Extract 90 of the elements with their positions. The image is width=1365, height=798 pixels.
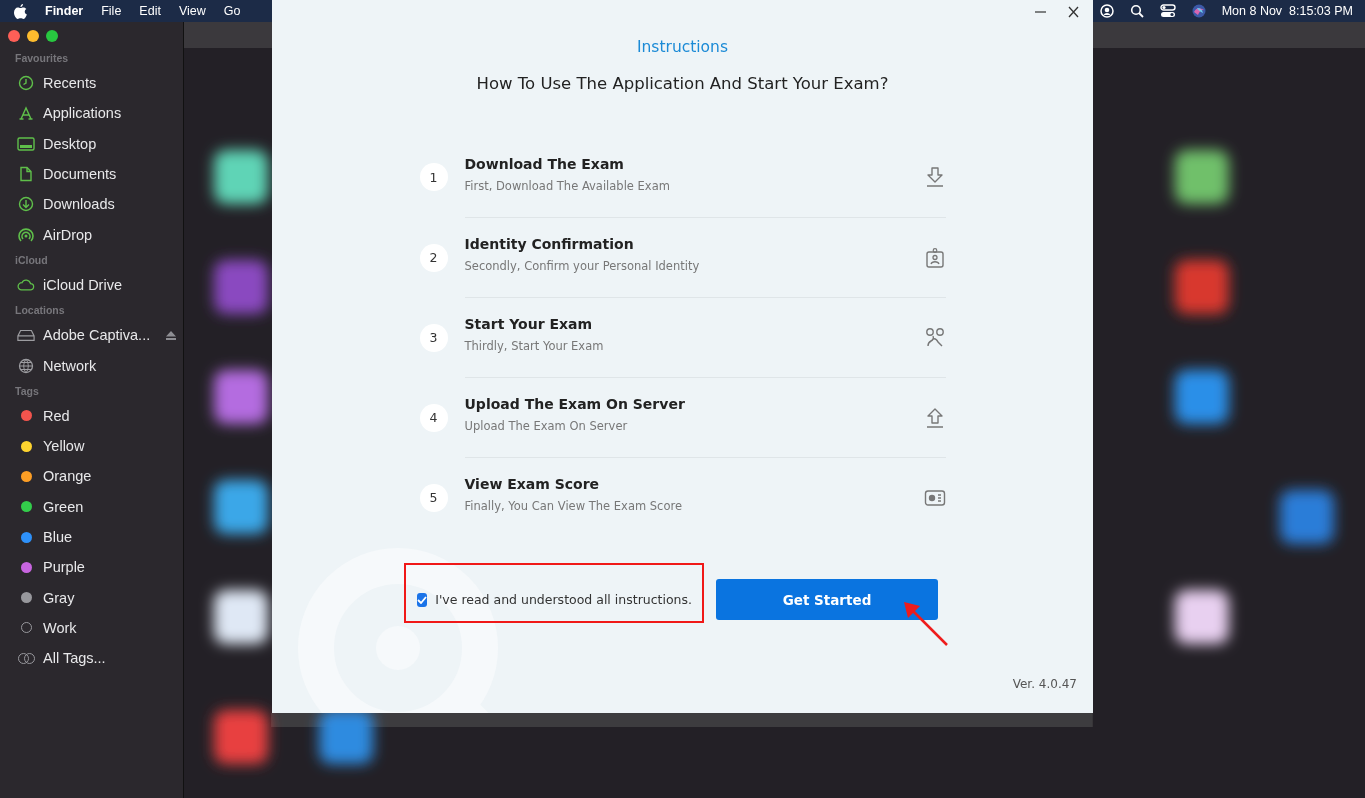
step-description: Finally, You Can View The Exam Score — [464, 499, 683, 513]
dialog-heading: How To Use The Application And Start Your Exam? — [476, 74, 889, 93]
search-icon[interactable] — [1129, 4, 1144, 18]
badge-icon — [923, 246, 946, 269]
step-number: 1 — [419, 163, 448, 191]
sidebar-item[interactable]: Green — [8, 491, 183, 522]
sidebar-item-label: Orange — [43, 468, 92, 485]
sidebar-item-label: Desktop — [43, 135, 97, 152]
menu-item[interactable]: Edit — [139, 4, 161, 18]
assistant-orb-icon[interactable] — [1191, 4, 1206, 18]
airdrop-icon — [17, 226, 35, 243]
sidebar-item[interactable]: Documents — [8, 158, 183, 190]
sidebar-section-header: Locations — [14, 303, 66, 319]
menu-item[interactable]: View — [178, 4, 206, 18]
step-description: First, Download The Available Exam — [464, 178, 671, 193]
sidebar-item-label: Documents — [43, 166, 117, 183]
step-description: Thirdly, Start Your Exam — [464, 339, 605, 353]
apple-logo-icon[interactable] — [14, 3, 27, 19]
version-label: Ver. 4.0.47 — [1012, 677, 1077, 691]
sidebar-item-label: Gray — [43, 589, 75, 606]
sidebar-item[interactable]: Red — [8, 400, 183, 431]
step-title: Upload The Exam On Server — [464, 396, 686, 412]
step-title: View Exam Score — [464, 476, 601, 492]
step-description: Secondly, Confirm your Personal Identity — [464, 259, 701, 273]
minimize-window-button[interactable] — [27, 30, 39, 42]
sidebar-item-label: Red — [43, 407, 70, 424]
close-window-button[interactable] — [8, 30, 20, 42]
sidebar-section-header: Tags — [14, 383, 40, 399]
figures-icon — [923, 326, 946, 349]
clock-icon — [18, 75, 34, 92]
drive-icon — [17, 328, 35, 343]
step-number: 5 — [419, 483, 448, 512]
sidebar-item[interactable]: AirDrop — [8, 219, 183, 250]
sidebar-item-label: Applications — [43, 105, 122, 122]
step-number: 3 — [419, 323, 448, 352]
sidebar-item[interactable]: Downloads — [8, 189, 183, 220]
sidebar-section-header: iCloud — [14, 252, 49, 268]
sidebar-item[interactable]: Gray — [8, 582, 183, 613]
sidebar-item[interactable]: All Tags... — [8, 643, 183, 674]
sidebar-item-label: Purple — [43, 559, 85, 576]
sidebar-item[interactable]: Network — [8, 350, 183, 381]
sidebar-item[interactable]: Desktop — [8, 128, 183, 159]
sidebar-item-label: Green — [43, 498, 84, 515]
sidebar-item-label: Network — [43, 357, 97, 374]
sidebar-item-label: Work — [43, 619, 77, 636]
sidebar-item-label: Adobe Captiva... — [43, 327, 151, 344]
sidebar-item[interactable]: Work — [8, 612, 183, 644]
sidebar-item[interactable]: Blue — [8, 521, 183, 553]
menu-bar-clock[interactable]: Mon 8 Nov 8:15:03 PM — [1221, 4, 1353, 18]
checkbox[interactable] — [417, 592, 428, 607]
menu-item[interactable]: Go — [223, 4, 241, 18]
sidebar-item[interactable]: Purple — [8, 552, 183, 583]
sidebar-item-label: Downloads — [43, 196, 115, 213]
eject-icon[interactable] — [166, 330, 177, 340]
sidebar-item-label: Recents — [43, 75, 97, 92]
app-menu[interactable]: Finder — [45, 4, 84, 18]
pointer-arrow — [902, 600, 950, 648]
sidebar-item[interactable]: Applications — [8, 98, 183, 129]
step-title: Identity Confirmation — [464, 236, 635, 252]
cloud-icon — [17, 277, 35, 292]
sidebar-item[interactable]: Adobe Captiva... — [8, 320, 183, 351]
step-description: Upload The Exam On Server — [464, 419, 629, 433]
sidebar-item-label: AirDrop — [43, 226, 93, 243]
step-number: 2 — [419, 243, 448, 272]
dialog-title: Instructions — [636, 38, 728, 56]
sidebar-item[interactable]: Orange — [8, 461, 183, 492]
get-started-button[interactable]: Get Started — [716, 579, 938, 620]
user-icon[interactable] — [1099, 4, 1114, 18]
score-card-icon — [923, 488, 946, 507]
globe-icon — [18, 357, 34, 374]
sidebar-item[interactable]: Yellow — [8, 430, 183, 462]
sidebar-section-header: Favourites — [14, 51, 70, 66]
toggles-icon[interactable] — [1159, 4, 1176, 18]
desktop-icon — [17, 135, 35, 152]
download-icon — [18, 196, 34, 213]
sidebar-item-label: Yellow — [43, 438, 85, 455]
step-title: Download The Exam — [464, 155, 625, 172]
sidebar-item-label: All Tags... — [43, 650, 106, 667]
sidebar-item-label: iCloud Drive — [43, 276, 122, 293]
step-number: 4 — [419, 403, 448, 432]
close-icon[interactable] — [1068, 6, 1079, 18]
checkbox-label: I've read and understood all instructions. — [435, 592, 692, 607]
step-title: Start Your Exam — [464, 316, 594, 332]
menu-item[interactable]: File — [101, 4, 122, 18]
sidebar-item[interactable]: Recents — [8, 68, 183, 99]
sidebar-item[interactable]: iCloud Drive — [8, 269, 183, 301]
zoom-window-button[interactable] — [46, 30, 58, 42]
applications-icon — [18, 105, 34, 122]
document-icon — [18, 166, 34, 183]
sidebar-item-label: Blue — [43, 529, 73, 545]
